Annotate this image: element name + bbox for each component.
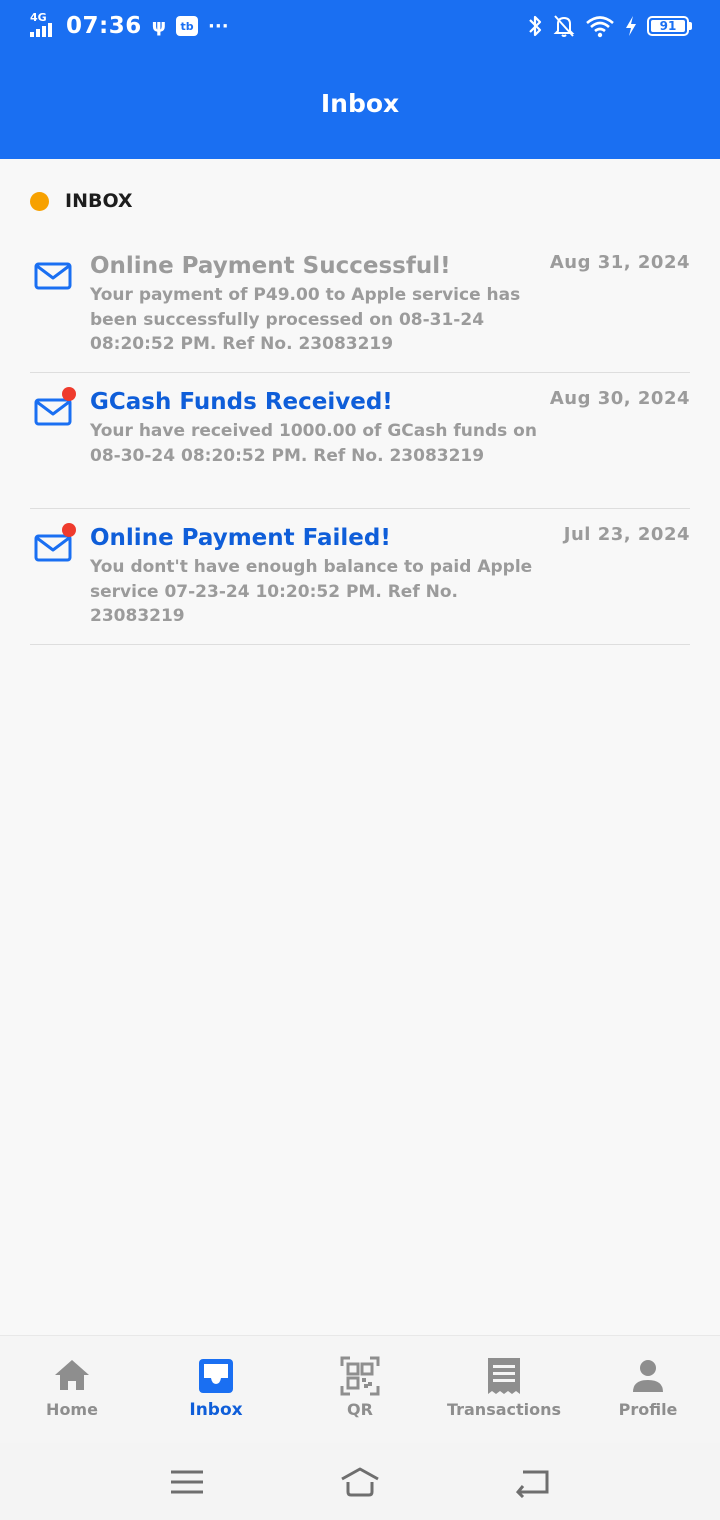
qr-icon (340, 1356, 380, 1396)
nav-label-qr: QR (347, 1400, 373, 1419)
envelope-icon (34, 262, 72, 290)
nav-label-inbox: Inbox (189, 1400, 243, 1420)
page-title: Inbox (320, 89, 400, 118)
bluetooth-icon (529, 15, 542, 37)
message-date: Jul 23, 2024 (563, 524, 690, 545)
message-body: You dont't have enough balance to paid A… (90, 557, 533, 626)
home-icon (55, 1360, 89, 1390)
message-title: Online Payment Successful! (90, 253, 451, 279)
battery-icon: 91 (647, 16, 692, 36)
person-icon (633, 1360, 663, 1392)
wifi-icon (586, 16, 614, 38)
message-body: Your payment of P49.00 to Apple service … (90, 285, 521, 354)
envelope-icon (34, 398, 72, 426)
unread-badge (62, 387, 76, 401)
nav-label-transactions: Transactions (446, 1400, 562, 1419)
battery-level: 91 (651, 19, 685, 33)
nav-item-inbox[interactable]: Inbox (144, 1336, 288, 1443)
home-nav-icon[interactable] (340, 1466, 380, 1498)
status-time: 07:36 (66, 13, 142, 39)
nav-label-profile: Profile (618, 1400, 678, 1419)
app-notification-icon: tb (176, 16, 199, 36)
message-title: Online Payment Failed! (90, 525, 391, 551)
bottom-nav: Home Inbox QR Transactions Profile (0, 1335, 720, 1443)
signal-icon: 4G (30, 11, 56, 39)
nav-item-profile[interactable]: Profile (576, 1336, 720, 1443)
nav-item-qr[interactable]: QR (288, 1336, 432, 1443)
message-body: Your have received 1000.00 of GCash fund… (90, 421, 537, 466)
message-item[interactable]: Online Payment Successful! Aug 31, 2024 … (30, 237, 690, 373)
status-bar-left: 4G 07:36 ψ tb ··· (30, 11, 229, 39)
message-title: GCash Funds Received! (90, 389, 393, 415)
section-indicator-dot (30, 191, 49, 211)
more-notifications-icon: ··· (208, 15, 229, 37)
inbox-list: Online Payment Successful! Aug 31, 2024 … (30, 237, 690, 645)
nav-label-home: Home (46, 1400, 98, 1419)
section-header: INBOX (30, 186, 133, 216)
system-nav-bar (0, 1443, 720, 1520)
receipt-icon (488, 1358, 520, 1394)
status-bar: 4G 07:36 ψ tb ··· 91 (0, 0, 720, 52)
nav-item-home[interactable]: Home (0, 1336, 144, 1443)
app-header: Inbox (0, 52, 720, 159)
message-item[interactable]: GCash Funds Received! Aug 30, 2024 Your … (30, 373, 690, 509)
mute-icon (553, 15, 575, 37)
message-date: Aug 31, 2024 (549, 252, 690, 273)
back-icon[interactable] (513, 1466, 553, 1498)
envelope-icon (34, 534, 72, 562)
message-date: Aug 30, 2024 (549, 388, 690, 409)
charging-icon (626, 16, 636, 36)
message-item[interactable]: Online Payment Failed! Jul 23, 2024 You … (30, 509, 690, 645)
status-bar-right: 91 (527, 14, 692, 38)
unread-badge (62, 523, 76, 537)
nav-item-transactions[interactable]: Transactions (432, 1336, 576, 1443)
inbox-icon (199, 1359, 233, 1393)
menu-icon[interactable] (167, 1466, 207, 1498)
section-label: INBOX (65, 190, 133, 212)
usb-icon: ψ (151, 15, 167, 37)
